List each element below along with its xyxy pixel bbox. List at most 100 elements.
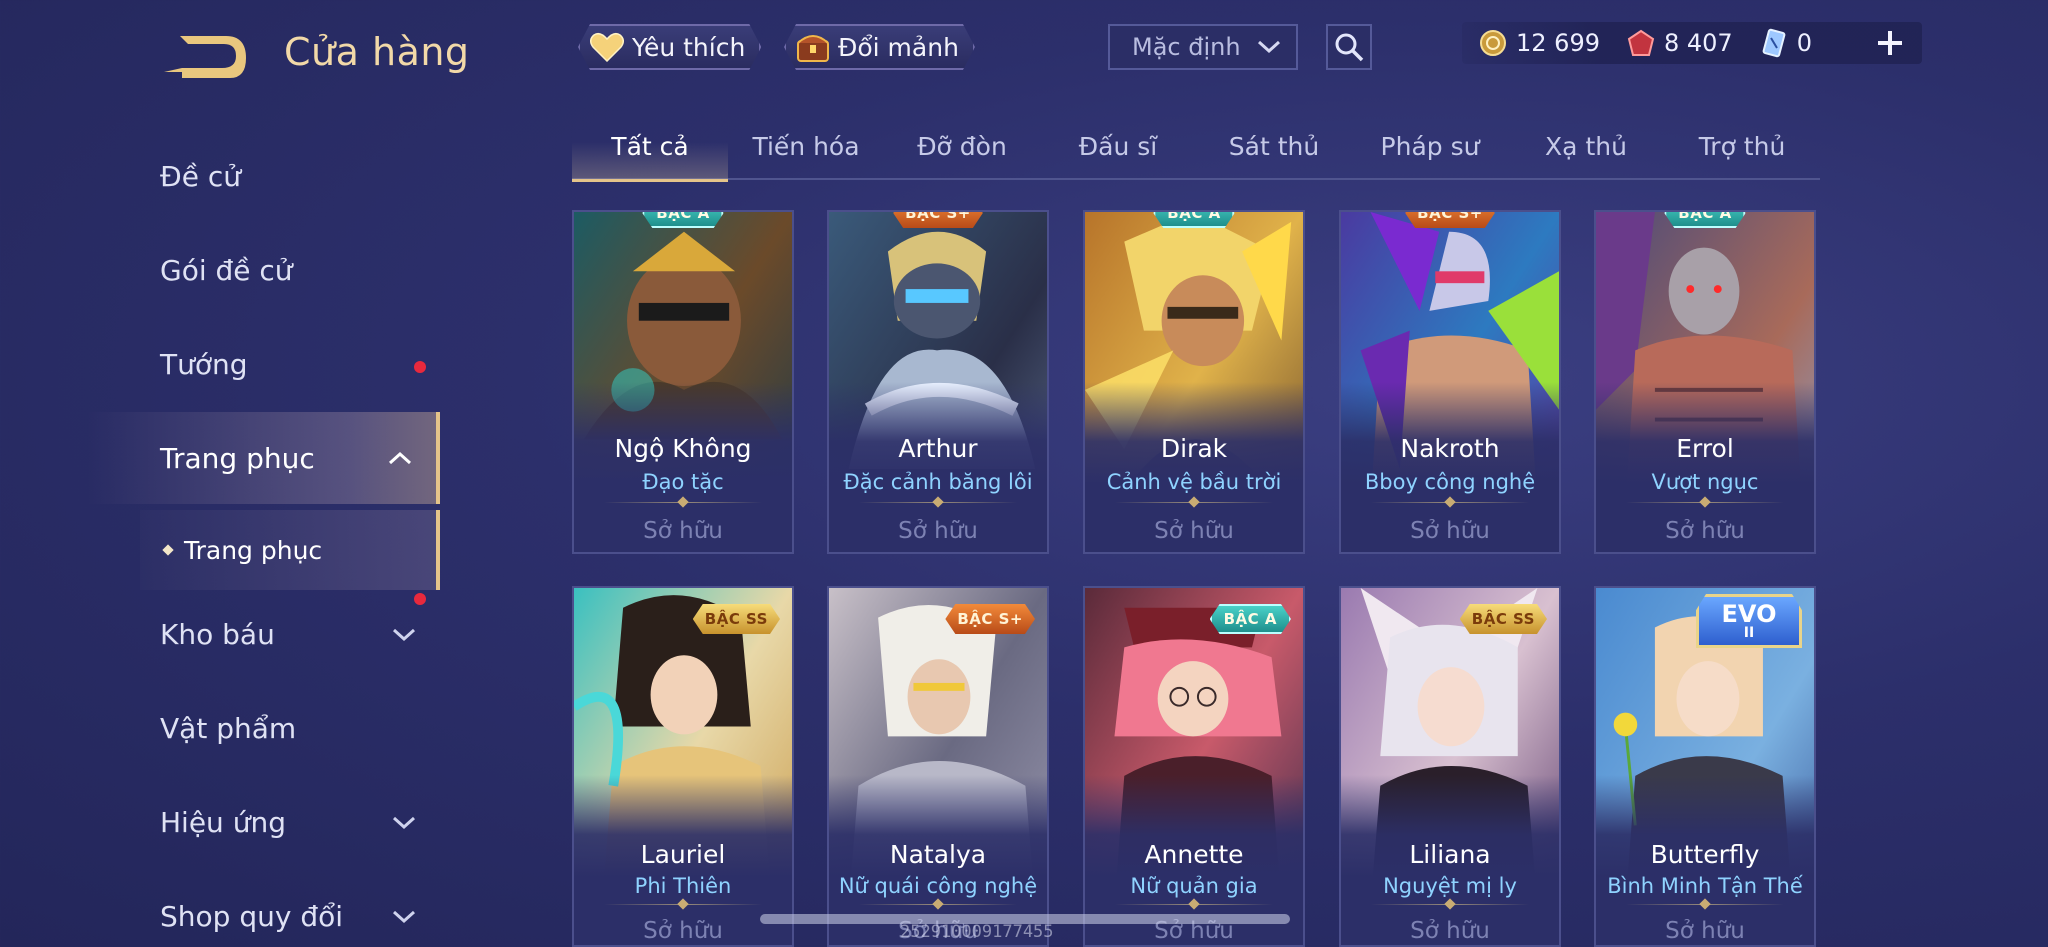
currency-bar: 12 699 8 407 0 — [1462, 22, 1922, 64]
skin-name: Nguyệt mị ly — [1383, 874, 1517, 898]
tier-badge: BẬC S+ — [945, 604, 1035, 634]
tab-all[interactable]: Tất cả — [572, 126, 728, 182]
exchange-label: Đổi mảnh — [838, 32, 959, 62]
heart-icon — [588, 28, 626, 66]
sidebar-item-label: Trang phục — [160, 441, 315, 475]
skin-card[interactable]: BẬC S+ Nakroth Bboy công nghệ Sở hữu — [1339, 210, 1561, 554]
chevron-down-icon — [1257, 40, 1281, 54]
hero-name: Natalya — [889, 840, 987, 869]
tab-assassin[interactable]: Sát thủ — [1196, 126, 1352, 180]
exchange-fragments-button[interactable]: Đổi mảnh — [784, 24, 975, 70]
tier-badge: BẬC A — [642, 210, 723, 228]
card-divider — [859, 502, 1017, 503]
sidebar-item-label: Shop quy đổi — [160, 899, 343, 933]
sidebar-item-skins[interactable]: Trang phục — [0, 412, 440, 504]
back-button[interactable] — [160, 28, 248, 80]
hero-name: Liliana — [1409, 840, 1491, 869]
skin-card[interactable]: BẬC SS Lauriel Phi Thiên Sở hữu — [572, 586, 794, 947]
sort-select[interactable]: Mặc định — [1108, 24, 1298, 70]
notification-dot — [414, 593, 426, 605]
tab-support[interactable]: Trợ thủ — [1664, 126, 1820, 180]
tab-mage[interactable]: Pháp sư — [1352, 126, 1508, 180]
skin-name: Bboy công nghệ — [1364, 470, 1536, 494]
sidebar-item-treasure[interactable]: Kho báu — [0, 588, 440, 680]
hero-name: Nakroth — [1400, 434, 1500, 463]
ticket-icon — [1759, 28, 1789, 58]
plus-icon — [1878, 31, 1902, 55]
ticket-value: 0 — [1796, 29, 1812, 57]
sidebar: Đề cử Gói đề cử Tướng Trang phục Trang p… — [0, 130, 440, 947]
skin-name: Phi Thiên — [634, 874, 732, 898]
gold-coin-icon — [1478, 28, 1508, 58]
hero-name: Lauriel — [640, 840, 726, 869]
hero-name: Butterfly — [1650, 840, 1760, 869]
tab-marksman[interactable]: Xạ thủ — [1508, 126, 1664, 180]
owned-label: Sở hữu — [643, 518, 723, 544]
card-divider — [604, 904, 762, 905]
sidebar-item-exchange-shop[interactable]: Shop quy đổi — [0, 870, 440, 947]
favorites-button[interactable]: Yêu thích — [578, 24, 761, 70]
skin-name: Đạo tặc — [642, 470, 724, 494]
skin-name: Nữ quản gia — [1130, 874, 1258, 898]
owned-label: Sở hữu — [1410, 918, 1490, 944]
gold-value: 12 699 — [1516, 29, 1600, 57]
tier-badge: BẬC A — [1664, 210, 1745, 228]
tier-badge: BẬC S+ — [1405, 210, 1495, 228]
sidebar-subitem-skins[interactable]: Trang phục — [140, 510, 440, 590]
sidebar-item-featured-packs[interactable]: Gói đề cử — [0, 224, 440, 316]
skin-card[interactable]: BẬC A Ngộ Không Đạo tặc Sở hữu — [572, 210, 794, 554]
watermark: 252910009177455 — [900, 922, 1054, 942]
owned-label: Sở hữu — [1665, 918, 1745, 944]
card-divider — [859, 904, 1017, 905]
card-divider — [1626, 904, 1784, 905]
add-currency-button[interactable] — [1870, 22, 1910, 64]
skin-card[interactable]: BẬC A Dirak Cảnh vệ bầu trời Sở hữu — [1083, 210, 1305, 554]
skin-card[interactable]: BẬC A Annette Nữ quản gia Sở hữu — [1083, 586, 1305, 947]
skin-name: Vượt ngục — [1651, 470, 1759, 494]
chevron-up-icon — [388, 451, 412, 465]
role-tabs: Tất cả Tiến hóa Đỡ đòn Đấu sĩ Sát thủ Ph… — [572, 126, 1820, 182]
owned-label: Sở hữu — [898, 518, 978, 544]
back-arrow-icon — [164, 36, 246, 78]
treasure-chest-icon — [794, 28, 832, 66]
sidebar-subitem-label: Trang phục — [184, 535, 323, 565]
tab-fighter[interactable]: Đấu sĩ — [1040, 126, 1196, 180]
sidebar-item-featured[interactable]: Đề cử — [0, 130, 440, 222]
tab-tank[interactable]: Đỡ đòn — [884, 126, 1040, 180]
chevron-down-icon — [392, 816, 416, 830]
ticket-balance: 0 — [1759, 28, 1812, 58]
tier-badge: BẬC S+ — [893, 210, 983, 228]
hero-name: Annette — [1144, 840, 1244, 869]
page-title: Cửa hàng — [284, 30, 470, 74]
hero-name: Ngộ Không — [614, 434, 752, 463]
skin-card[interactable]: BẬC S+ Arthur Đặc cảnh băng lôi Sở hữu — [827, 210, 1049, 554]
skin-name: Bình Minh Tận Thế — [1607, 874, 1803, 898]
chevron-down-icon — [392, 910, 416, 924]
card-divider — [1115, 904, 1273, 905]
skin-card[interactable]: EVO II Butterfly Bình Minh Tận Thế Sở hữ… — [1594, 586, 1816, 947]
favorites-label: Yêu thích — [632, 32, 746, 62]
tab-evolution[interactable]: Tiến hóa — [728, 126, 884, 180]
owned-label: Sở hữu — [1665, 518, 1745, 544]
sidebar-item-items[interactable]: Vật phẩm — [0, 682, 440, 774]
voucher-value: 8 407 — [1663, 29, 1733, 57]
skin-card[interactable]: BẬC A Errol Vượt ngục Sở hữu — [1594, 210, 1816, 554]
hero-name: Errol — [1676, 434, 1734, 463]
evo-level: II — [1743, 625, 1755, 641]
sidebar-item-label: Tướng — [160, 347, 248, 381]
skin-card[interactable]: BẬC S+ Natalya Nữ quái công nghệ Sở hữu — [827, 586, 1049, 947]
sidebar-item-label: Gói đề cử — [160, 253, 293, 287]
sidebar-item-effects[interactable]: Hiệu ứng — [0, 776, 440, 868]
sidebar-item-label: Hiệu ứng — [160, 805, 286, 839]
tier-badge: BẬC SS — [693, 604, 780, 634]
skin-name: Cảnh vệ bầu trời — [1106, 470, 1282, 494]
card-divider — [1626, 502, 1784, 503]
search-button[interactable] — [1326, 24, 1372, 70]
skin-card[interactable]: BẬC SS Liliana Nguyệt mị ly Sở hữu — [1339, 586, 1561, 947]
sidebar-item-heroes[interactable]: Tướng — [0, 318, 440, 410]
hero-name: Dirak — [1160, 434, 1228, 463]
voucher-balance: 8 407 — [1626, 28, 1733, 58]
gold-balance: 12 699 — [1478, 28, 1600, 58]
skin-name: Đặc cảnh băng lôi — [843, 470, 1033, 494]
sidebar-item-label: Vật phẩm — [160, 711, 297, 745]
